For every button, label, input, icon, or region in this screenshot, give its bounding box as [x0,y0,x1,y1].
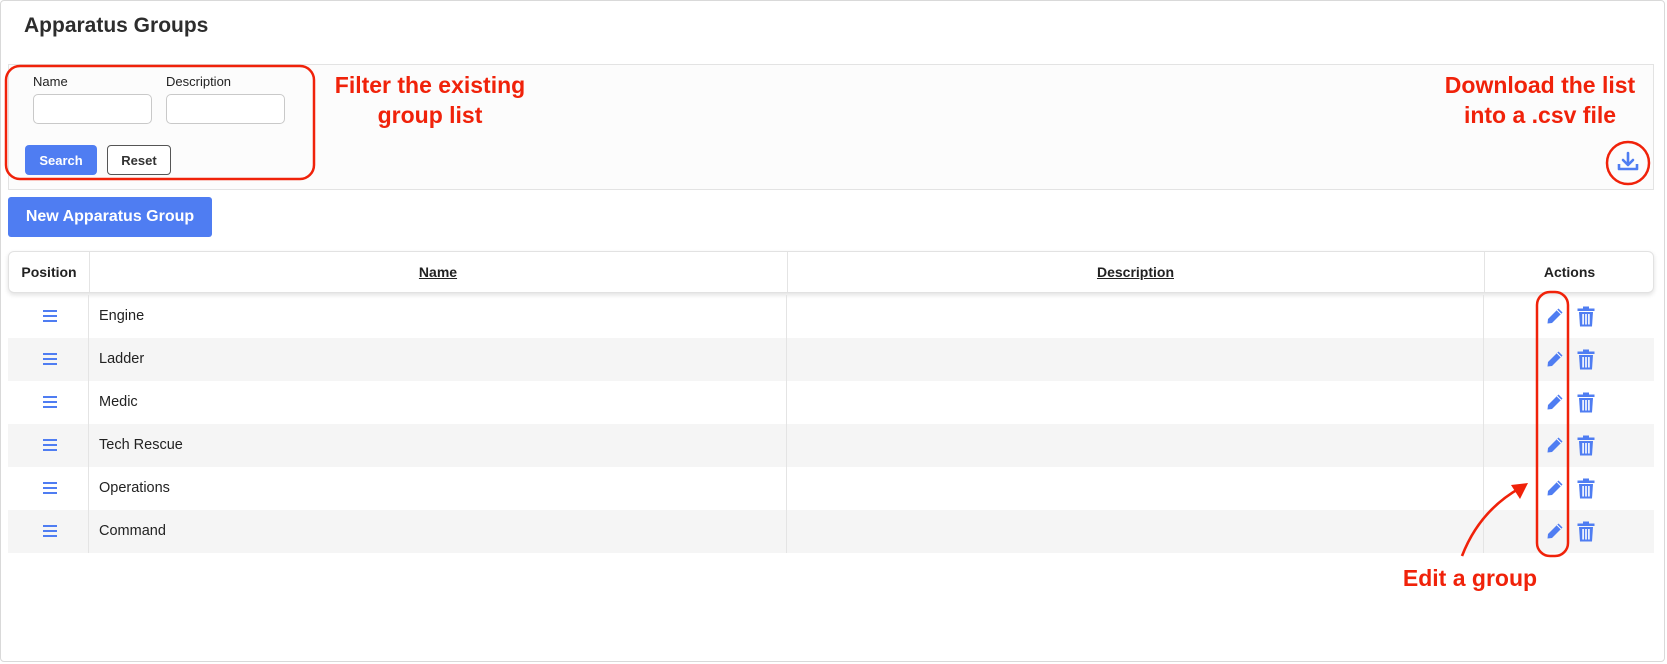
download-annotation-line1: Download the list [1444,72,1636,98]
filter-annotation-line2: group list [377,102,483,128]
edit-highlight-outline [1535,290,1570,558]
download-annotation-line2: into a .csv file [1463,102,1617,128]
filter-highlight-outline [4,64,316,181]
download-highlight-outline [1605,140,1651,186]
edit-annotation: Edit a group [1402,565,1538,591]
edit-arrow-line [1460,486,1521,557]
filter-annotation-line1: Filter the existing [334,72,526,98]
download-annotation: Download the list into a .csv file [1425,70,1655,130]
filter-annotation: Filter the existing group list [320,70,540,130]
